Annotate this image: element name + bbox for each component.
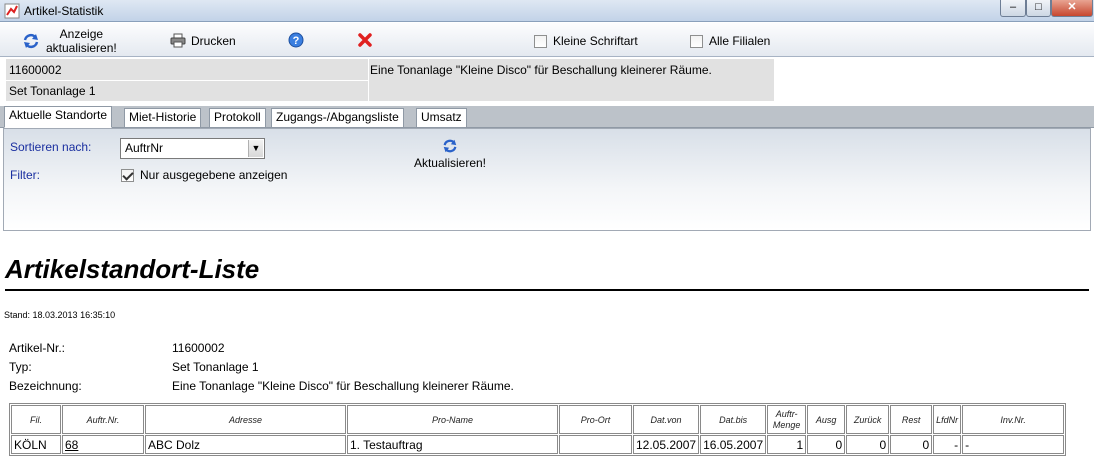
column-header: Dat.bis [700, 405, 767, 434]
column-header: Pro-Ort [559, 405, 632, 434]
article-header: 11600002 Set Tonanlage 1 Eine Tonanlage … [5, 58, 775, 102]
location-table: Fil. Auftr.Nr. Adresse Pro-Name Pro-Ort … [9, 403, 1067, 456]
article-type: Set Tonanlage 1 [9, 84, 96, 98]
window-title: Artikel-Statistik [24, 4, 104, 18]
title-bar: Artikel-Statistik – □ ✕ [0, 0, 1094, 22]
cell-inventory-number: - [962, 435, 1065, 454]
report-title: Artikelstandort-Liste [5, 254, 260, 284]
only-issued-checkbox[interactable]: Nur ausgegebene anzeigen [121, 168, 287, 182]
small-font-box[interactable] [534, 34, 547, 48]
order-number-link[interactable]: 68 [65, 438, 78, 452]
printer-icon [170, 33, 186, 48]
title-divider [5, 289, 1089, 291]
dropdown-arrow-icon[interactable]: ▼ [248, 140, 263, 157]
field-value: 11600002 [172, 341, 225, 355]
field-value: Set Tonanlage 1 [172, 360, 259, 374]
help-button[interactable]: ? [288, 32, 304, 48]
cell-date-to: 16.05.2007 [700, 435, 767, 454]
close-window-button[interactable]: ✕ [1051, 0, 1093, 17]
field-value: Eine Tonanlage "Kleine Disco" für Bescha… [172, 379, 514, 393]
refresh-list-button[interactable]: Aktualisieren! [400, 138, 500, 170]
column-header: Zurück [846, 405, 890, 434]
table-row: KÖLN 68 ABC Dolz 1. Testauftrag 12.05.20… [11, 435, 1065, 454]
only-issued-label: Nur ausgegebene anzeigen [140, 168, 288, 182]
refresh-label-line1: Anzeige [59, 27, 104, 41]
column-header: LfdNr [933, 405, 962, 434]
refresh-icon [400, 138, 500, 156]
toolbar: Anzeige aktualisieren! Drucken ? Kleine … [0, 23, 1094, 57]
cell-sequence-number: - [933, 435, 962, 454]
field-label: Typ: [9, 360, 32, 374]
cell-returned: 0 [846, 435, 890, 454]
report-timestamp: Stand: 18.03.2013 16:35:10 [4, 310, 116, 320]
column-header: Inv.Nr. [962, 405, 1065, 434]
tab-revenue[interactable]: Umsatz [416, 108, 467, 128]
tab-rental-history[interactable]: Miet-Historie [124, 108, 202, 128]
all-branches-checkbox[interactable]: Alle Filialen [690, 34, 770, 48]
only-issued-box[interactable] [121, 168, 134, 182]
cell-branch: KÖLN [11, 435, 61, 454]
column-header: Pro-Name [347, 405, 558, 434]
filter-panel: Sortieren nach: AuftrNr ▼ Filter: Nur au… [3, 128, 1091, 231]
cell-address: ABC Dolz [145, 435, 346, 454]
tab-current-locations[interactable]: Aktuelle Standorte [4, 106, 113, 128]
small-font-label: Kleine Schriftart [553, 34, 638, 48]
refresh-list-label: Aktualisieren! [413, 156, 487, 170]
cancel-button[interactable] [357, 32, 373, 48]
field-label: Bezeichnung: [9, 379, 82, 393]
cell-project-name: 1. Testauftrag [347, 435, 558, 454]
minimize-button[interactable]: – [1000, 0, 1026, 17]
cell-date-from: 12.05.2007 [633, 435, 700, 454]
app-icon [4, 3, 20, 19]
sort-select[interactable]: AuftrNr ▼ [120, 138, 265, 159]
help-icon: ? [288, 32, 304, 48]
column-header: Auftr-Menge [767, 405, 807, 434]
tab-inout-list[interactable]: Zugangs-/Abgangsliste [271, 108, 404, 128]
cell-order-quantity: 1 [767, 435, 807, 454]
refresh-display-button[interactable]: Anzeige aktualisieren! [22, 27, 117, 55]
sort-label: Sortieren nach: [10, 140, 92, 154]
column-header: Adresse [145, 405, 346, 434]
table-header-row: Fil. Auftr.Nr. Adresse Pro-Name Pro-Ort … [11, 405, 1065, 434]
cell-project-location [559, 435, 632, 454]
article-description: Eine Tonanlage "Kleine Disco" für Bescha… [370, 63, 712, 77]
svg-text:?: ? [293, 35, 300, 47]
sort-select-value: AuftrNr [125, 141, 164, 155]
column-header: Rest [890, 405, 933, 434]
tab-protocol[interactable]: Protokoll [209, 108, 266, 128]
field-label: Artikel-Nr.: [9, 341, 66, 355]
all-branches-label: Alle Filialen [709, 34, 771, 48]
tab-bar: Aktuelle Standorte Miet-Historie Protoko… [0, 106, 1094, 128]
refresh-icon [22, 32, 40, 50]
filter-label: Filter: [10, 168, 40, 182]
print-label: Drucken [191, 33, 236, 48]
red-x-icon [357, 32, 373, 48]
cell-order-number: 68 [62, 435, 144, 454]
column-header: Auftr.Nr. [62, 405, 144, 434]
column-header: Fil. [11, 405, 61, 434]
report-area: Artikelstandort-Liste Stand: 18.03.2013 … [3, 234, 1091, 472]
article-number: 11600002 [9, 63, 62, 77]
small-font-checkbox[interactable]: Kleine Schriftart [534, 34, 638, 48]
cell-remaining: 0 [890, 435, 933, 454]
print-button[interactable]: Drucken [170, 33, 236, 48]
column-header: Dat.von [633, 405, 700, 434]
cell-issued: 0 [807, 435, 846, 454]
maximize-button[interactable]: □ [1026, 0, 1051, 17]
refresh-label-line2: aktualisieren! [46, 41, 117, 55]
column-header: Ausg [807, 405, 846, 434]
all-branches-box[interactable] [690, 34, 703, 48]
